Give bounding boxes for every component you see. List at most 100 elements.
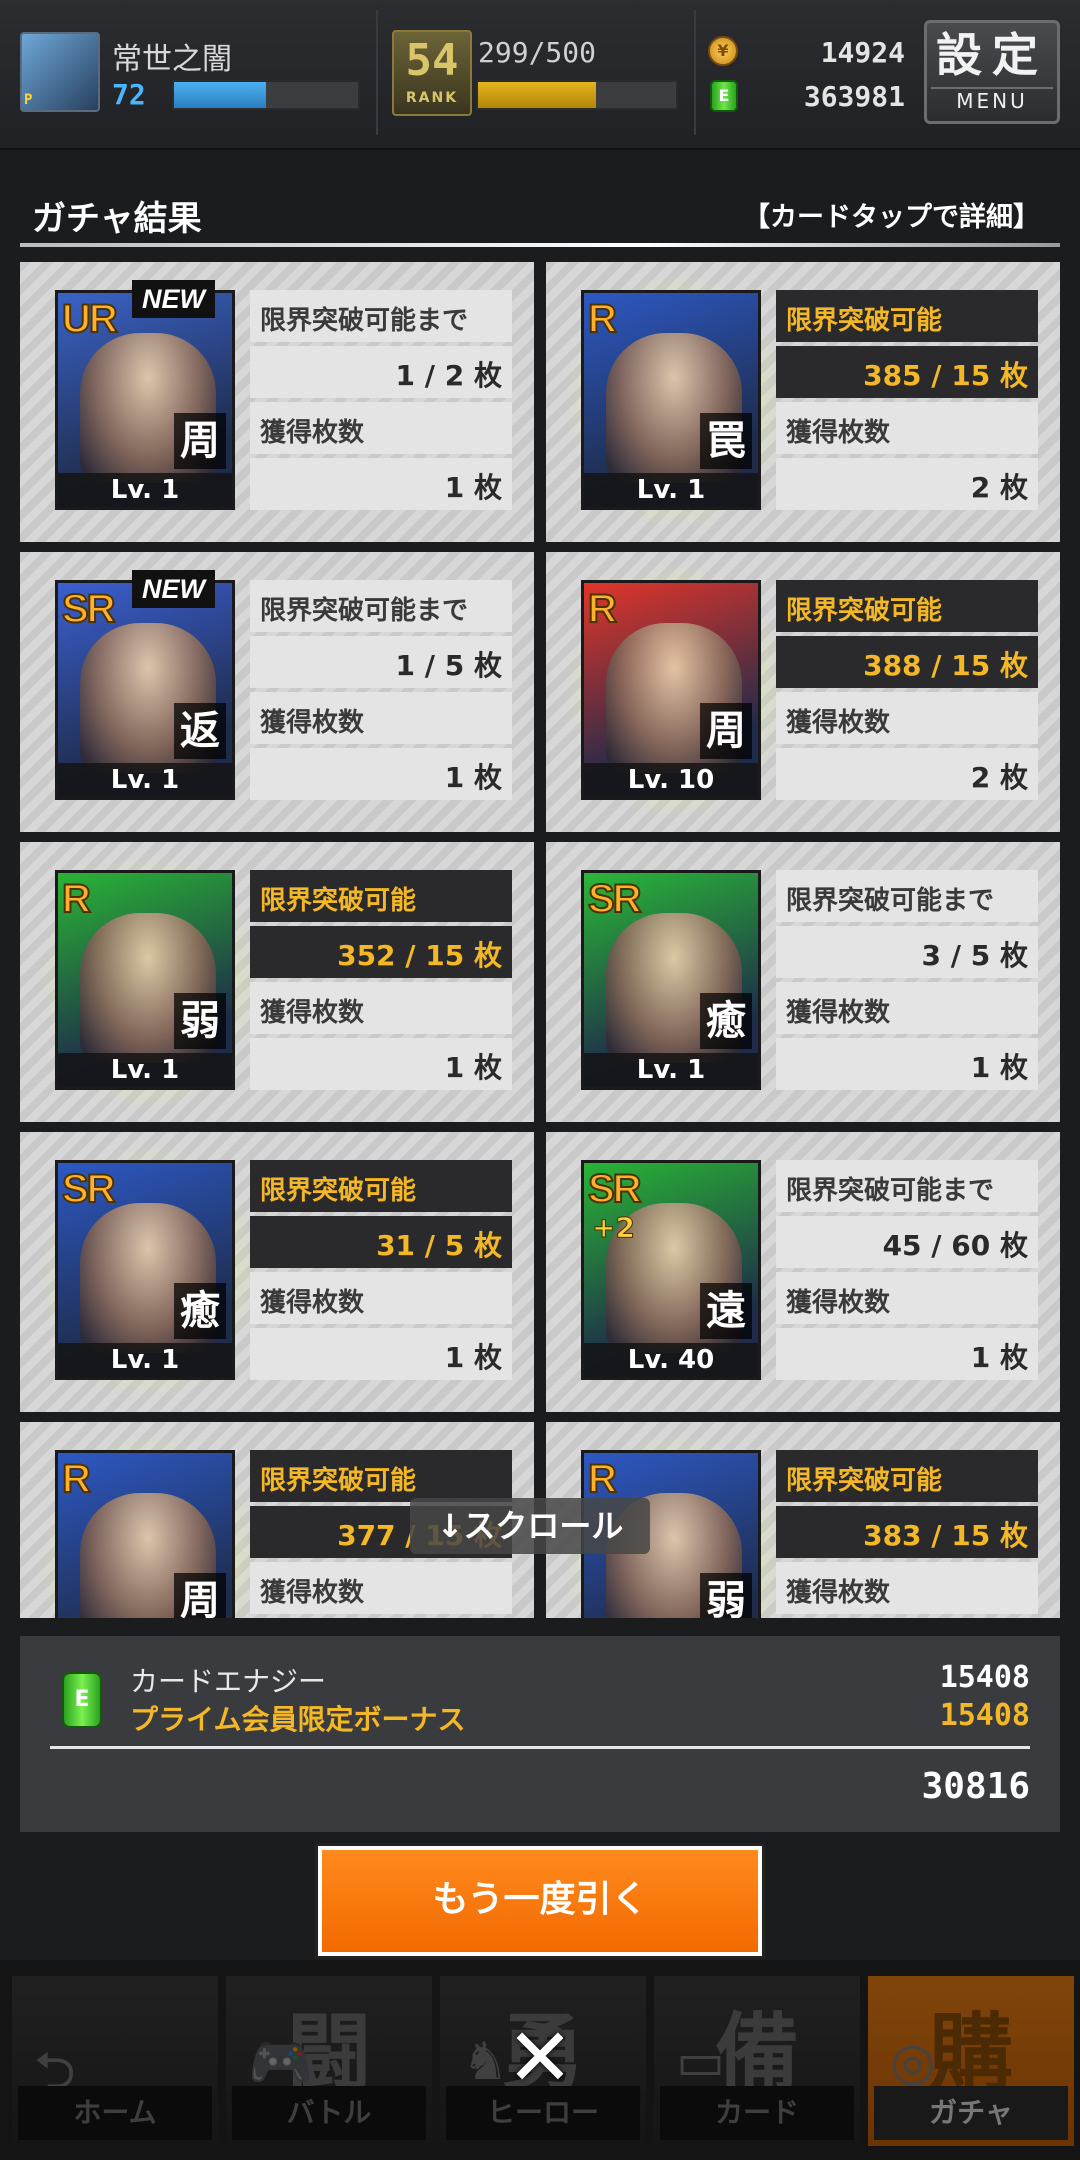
player-avatar[interactable]: P [20, 32, 100, 112]
scroll-hint: ↓スクロール [410, 1498, 650, 1554]
card-level: Lv. 40 [584, 1343, 758, 1377]
exp-bar [172, 80, 360, 110]
close-icon[interactable]: ✕ [500, 2018, 580, 2098]
rarity-label: SR [587, 1166, 643, 1212]
obtained-row: 獲得枚数 [250, 692, 512, 744]
hero-card[interactable]: SR +2 遠 Lv. 40 [581, 1160, 761, 1380]
hero-card[interactable]: UR 周 Lv. 1 [55, 290, 235, 510]
unit-label: 枚 [999, 471, 1028, 504]
progress-row: 352 / 15 枚 [250, 926, 512, 978]
hero-card[interactable]: SR 癒 Lv. 1 [581, 870, 761, 1090]
rarity-label: SR [61, 586, 117, 632]
draw-again-button[interactable]: もう一度引く [318, 1846, 762, 1956]
obtained-value: 1 枚 [445, 466, 502, 506]
hero-card[interactable]: SR 返 Lv. 1 [55, 580, 235, 800]
nav-item-4[interactable]: 購 ◎ ガチャ [868, 1976, 1074, 2146]
progress-value: 1 / 2 枚 [396, 354, 502, 394]
plus-badge: +2 [592, 1211, 636, 1245]
obtained-row: 獲得枚数 [250, 1272, 512, 1324]
unit-label: 枚 [473, 649, 502, 682]
hero-card[interactable]: R 罠 Lv. 1 [581, 290, 761, 510]
progress-row: 1 / 2 枚 [250, 346, 512, 398]
nav-item-3[interactable]: 備 ▭ カード [654, 1976, 860, 2146]
hero-card[interactable]: SR 癒 Lv. 1 [55, 1160, 235, 1380]
card-result-tile[interactable]: R 周 Lv. 10 限界突破可能 388 / 15 枚獲得枚数 2 枚 [546, 552, 1060, 832]
progress-count: 388 / 15 [863, 649, 991, 682]
obtained-count: 1 [444, 761, 465, 794]
unit-label: 枚 [999, 761, 1028, 794]
rarity-label: UR [61, 296, 119, 342]
card-info: 限界突破可能まで 3 / 5 枚獲得枚数 1 枚 [776, 870, 1038, 1090]
coin-icon: ¥ [708, 36, 738, 66]
prime-bonus-value: 15408 [939, 1698, 1030, 1733]
unit-label: 枚 [999, 359, 1028, 392]
hero-card[interactable]: R 周 Lv. 10 [581, 580, 761, 800]
player-name: 常世之闇 [112, 42, 232, 77]
card-result-tile[interactable]: R 罠 Lv. 1 限界突破可能 385 / 15 枚獲得枚数 2 枚 [546, 262, 1060, 542]
obtained-row: 獲得枚数 [776, 402, 1038, 454]
progress-row: 383 / 15 枚 [776, 1506, 1038, 1558]
player-level: 72 [112, 78, 146, 111]
progress-count: 383 / 15 [863, 1519, 991, 1552]
limit-break-label: 限界突破可能まで [260, 596, 469, 626]
card-level: Lv. 1 [584, 1053, 758, 1087]
coin-count: 14924 [820, 36, 905, 69]
progress-value: 45 / 60 枚 [883, 1224, 1028, 1264]
nav-item-1[interactable]: 闘 🎮 バトル [226, 1976, 432, 2146]
obtained-label: 獲得枚数 [260, 708, 365, 738]
limit-break-row: 限界突破可能 [776, 290, 1038, 342]
obtained-row: 獲得枚数 [250, 982, 512, 1034]
obtained-row: 獲得枚数 [776, 1562, 1038, 1614]
progress-row: 3 / 5 枚 [776, 926, 1038, 978]
obtained-label: 獲得枚数 [786, 1288, 891, 1318]
unit-label: 枚 [473, 1229, 502, 1262]
overlay-dim [12, 1976, 218, 2146]
card-info: 限界突破可能 383 / 15 枚獲得枚数 [776, 1450, 1038, 1618]
header-underline [20, 243, 1060, 247]
progress-count: 1 / 5 [395, 649, 465, 682]
obtained-label: 獲得枚数 [786, 418, 891, 448]
overlay-dim [226, 1976, 432, 2146]
role-badge: 罠 [700, 413, 752, 469]
unit-label: 枚 [999, 649, 1028, 682]
obtained-value: 1 枚 [971, 1046, 1028, 1086]
card-result-tile[interactable]: SR +2 遠 Lv. 40 限界突破可能まで 45 / 60 枚獲得枚数 1 枚 [546, 1132, 1060, 1412]
obtained-label: 獲得枚数 [260, 998, 365, 1028]
role-badge: 癒 [174, 1283, 226, 1339]
summary-divider [50, 1746, 1030, 1749]
card-result-tile[interactable]: UR 周 Lv. 1 NEW 限界突破可能まで 1 / 2 枚獲得枚数 1 枚 [20, 262, 534, 542]
progress-value: 388 / 15 枚 [863, 644, 1028, 684]
card-info: 限界突破可能 352 / 15 枚獲得枚数 1 枚 [250, 870, 512, 1090]
unit-label: 枚 [473, 1341, 502, 1374]
card-level: Lv. 1 [584, 473, 758, 507]
progress-count: 385 / 15 [863, 359, 991, 392]
obtained-label: 獲得枚数 [786, 708, 891, 738]
rank-badge: 54 RANK [392, 30, 472, 116]
obtained-count: 1 [970, 1341, 991, 1374]
obtained-count: 2 [970, 761, 991, 794]
page-title: ガチャ結果 [32, 199, 202, 239]
hero-card[interactable]: R周 [55, 1450, 235, 1618]
rarity-label: SR [587, 876, 643, 922]
card-result-grid[interactable]: UR 周 Lv. 1 NEW 限界突破可能まで 1 / 2 枚獲得枚数 1 枚 R 罠 Lv. 1… [20, 262, 1060, 1618]
card-info: 限界突破可能まで 45 / 60 枚獲得枚数 1 枚 [776, 1160, 1038, 1380]
unit-label: 枚 [473, 761, 502, 794]
avatar-badge: P [24, 92, 33, 108]
card-level: Lv. 1 [58, 763, 232, 797]
menu-button[interactable]: 設定 MENU [924, 20, 1060, 124]
limit-break-row: 限界突破可能まで [250, 290, 512, 342]
card-result-tile[interactable]: SR 返 Lv. 1 NEW 限界突破可能まで 1 / 5 枚獲得枚数 1 枚 [20, 552, 534, 832]
card-result-tile[interactable]: SR 癒 Lv. 1 限界突破可能まで 3 / 5 枚獲得枚数 1 枚 [546, 842, 1060, 1122]
rarity-label: SR [61, 1166, 117, 1212]
rarity-label: R [587, 1456, 618, 1502]
obtained-count: 1 [444, 471, 465, 504]
progress-count: 352 / 15 [337, 939, 465, 972]
card-result-tile[interactable]: SR 癒 Lv. 1 限界突破可能 31 / 5 枚獲得枚数 1 枚 [20, 1132, 534, 1412]
card-result-tile[interactable]: R 弱 Lv. 1 限界突破可能 352 / 15 枚獲得枚数 1 枚 [20, 842, 534, 1122]
card-info: 限界突破可能まで 1 / 5 枚獲得枚数 1 枚 [250, 580, 512, 800]
hero-card[interactable]: R 弱 Lv. 1 [55, 870, 235, 1090]
limit-break-row: 限界突破可能 [250, 870, 512, 922]
unit-label: 枚 [473, 471, 502, 504]
obtained-value: 1 枚 [445, 1336, 502, 1376]
nav-item-0[interactable]: ⮌ ホーム [12, 1976, 218, 2146]
